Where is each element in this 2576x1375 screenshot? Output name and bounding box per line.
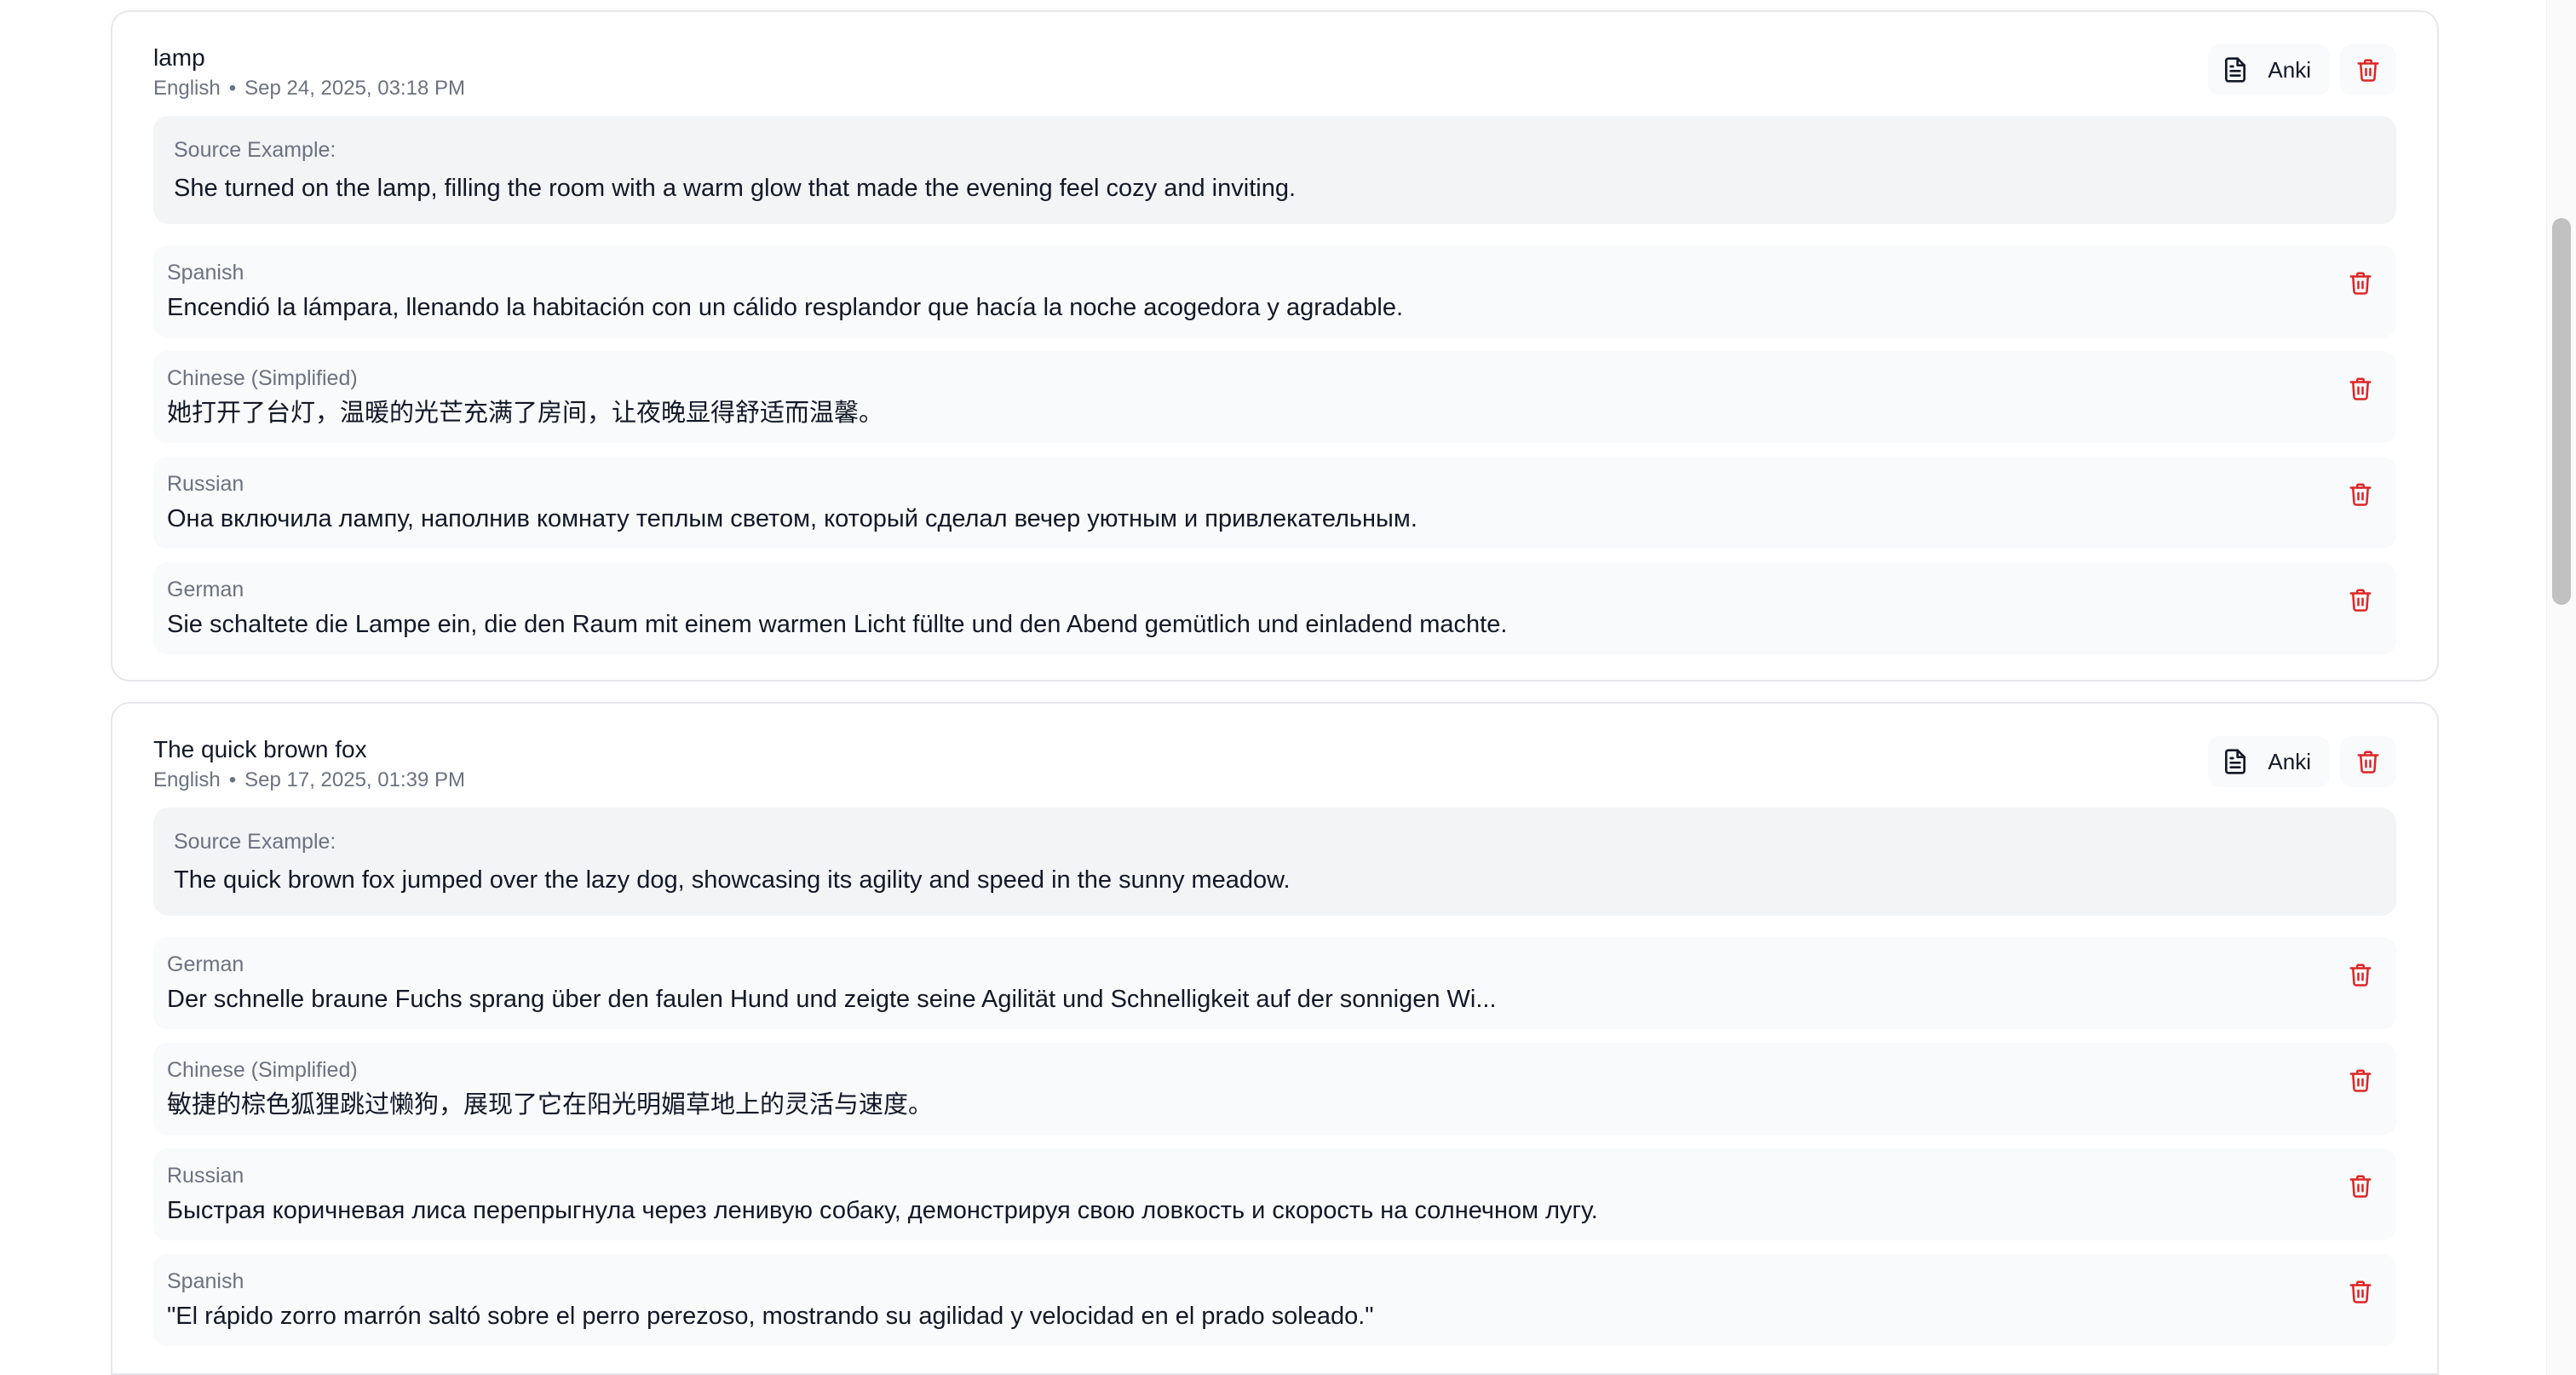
translation-language: German [167, 578, 244, 601]
delete-card-button[interactable] [2340, 736, 2396, 787]
phrase-date: Sep 17, 2025, 01:39 PM [244, 768, 465, 791]
meta-separator: • [228, 77, 237, 100]
translation-text: Она включила лампу, наполнив комнату теп… [167, 505, 1417, 532]
translation-language: German [167, 952, 244, 976]
translation-text: Быстрая коричневая лиса перепрыгнула чер… [167, 1197, 1598, 1224]
source-example: Source Example: The quick brown fox jump… [153, 808, 2396, 916]
trash-icon [2355, 749, 2381, 774]
file-text-icon [2222, 748, 2249, 775]
delete-card-button[interactable] [2340, 44, 2396, 95]
delete-translation-button[interactable] [2343, 266, 2378, 300]
delete-translation-button[interactable] [2343, 1274, 2378, 1309]
phrase-meta: English • Sep 24, 2025, 03:18 PM [153, 75, 465, 102]
trash-icon [2348, 481, 2373, 507]
delete-translation-button[interactable] [2343, 477, 2378, 511]
translation-row: Spanish "El rápido zorro marrón saltó so… [153, 1254, 2396, 1346]
source-example: Source Example: She turned on the lamp, … [153, 116, 2396, 224]
phrase-language: English [153, 77, 221, 100]
translation-text: "El rápido zorro marrón saltó sobre el p… [167, 1303, 1374, 1330]
translation-row: Spanish Encendió la lámpara, llenando la… [153, 245, 2396, 337]
anki-export-button[interactable]: Anki [2208, 44, 2330, 95]
translation-text: 敏捷的棕色狐狸跳过懒狗，展现了它在阳光明媚草地上的灵活与速度。 [167, 1091, 934, 1119]
phrase-title: The quick brown fox [153, 736, 367, 762]
trash-icon [2348, 1173, 2373, 1199]
translation-text: Encendió la lámpara, llenando la habitac… [167, 294, 1404, 321]
phrase-card: lamp English • Sep 24, 2025, 03:18 PM Anki… [111, 10, 2439, 682]
translation-row: Russian Она включила лампу, наполнив ком… [153, 457, 2396, 549]
phrase-title: lamp [153, 44, 205, 71]
source-example-text: She turned on the lamp, filling the room… [174, 175, 1297, 202]
translation-language: Russian [167, 472, 244, 496]
translation-row: Chinese (Simplified) 敏捷的棕色狐狸跳过懒狗，展现了它在阳光… [153, 1043, 2396, 1135]
delete-translation-button[interactable] [2343, 1063, 2378, 1097]
delete-translation-button[interactable] [2343, 583, 2378, 617]
trash-icon [2348, 962, 2373, 987]
trash-icon [2348, 376, 2373, 401]
file-text-icon [2222, 56, 2249, 83]
translation-text: Der schnelle braune Fuchs sprang über de… [167, 986, 1497, 1013]
translation-language: Spanish [167, 261, 244, 285]
scrollbar-thumb[interactable] [2552, 218, 2571, 605]
trash-icon [2348, 1279, 2373, 1304]
translation-language: Chinese (Simplified) [167, 1058, 358, 1082]
translation-language: Spanish [167, 1269, 244, 1293]
delete-translation-button[interactable] [2343, 958, 2378, 992]
trash-icon [2355, 57, 2381, 83]
translation-language: Chinese (Simplified) [167, 366, 358, 390]
translation-row: Russian Быстрая коричневая лиса перепрыг… [153, 1148, 2396, 1240]
trash-icon [2348, 1067, 2373, 1093]
scrollbar-track[interactable] [2546, 0, 2576, 1375]
source-example-label: Source Example: [174, 138, 336, 162]
source-example-label: Source Example: [174, 830, 336, 854]
meta-separator: • [228, 768, 237, 791]
translation-text: Sie schaltete die Lampe ein, die den Rau… [167, 611, 1508, 638]
phrase-language: English [153, 768, 221, 791]
delete-translation-button[interactable] [2343, 371, 2378, 406]
anki-button-label: Anki [2268, 748, 2311, 774]
translation-row: German Der schnelle braune Fuchs sprang … [153, 937, 2396, 1029]
anki-export-button[interactable]: Anki [2208, 736, 2330, 787]
translation-language: Russian [167, 1164, 244, 1188]
translation-row: Chinese (Simplified) 她打开了台灯，温暖的光芒充满了房间，让… [153, 351, 2396, 443]
phrase-date: Sep 24, 2025, 03:18 PM [244, 77, 465, 100]
phrase-meta: English • Sep 17, 2025, 01:39 PM [153, 767, 465, 794]
trash-icon [2348, 270, 2373, 296]
anki-button-label: Anki [2268, 56, 2311, 83]
saved-phrases-view: lamp English • Sep 24, 2025, 03:18 PM Anki… [0, 0, 2576, 1375]
source-example-text: The quick brown fox jumped over the lazy… [174, 866, 1291, 894]
phrase-card: The quick brown fox English • Sep 17, 2025… [111, 702, 2439, 1375]
delete-translation-button[interactable] [2343, 1169, 2378, 1203]
trash-icon [2348, 587, 2373, 613]
translation-row: German Sie schaltete die Lampe ein, die … [153, 562, 2396, 654]
translation-text: 她打开了台灯，温暖的光芒充满了房间，让夜晚显得舒适而温馨。 [167, 400, 884, 427]
